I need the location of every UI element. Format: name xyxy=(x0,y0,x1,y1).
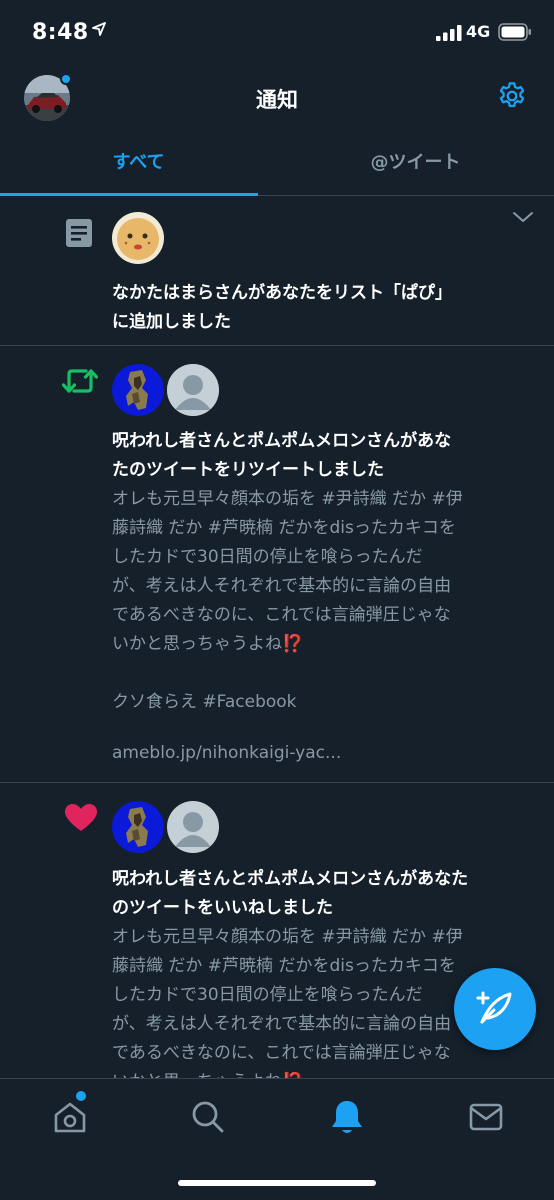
notification-text: 呪われし者さんとポムポムメロンさんがあなた のツイートをいいねしました xyxy=(112,869,469,918)
gear-icon[interactable] xyxy=(496,80,528,112)
status-time: 8:48 xyxy=(32,20,89,45)
home-unread-dot xyxy=(76,1091,86,1101)
avatar[interactable] xyxy=(112,801,164,853)
avatar[interactable] xyxy=(112,212,164,264)
tab-all[interactable]: すべて xyxy=(0,130,277,196)
compose-tweet-button[interactable] xyxy=(454,968,536,1050)
search-icon[interactable] xyxy=(188,1097,228,1137)
notification-tabs: すべて @ツイート xyxy=(0,130,554,196)
mail-icon[interactable] xyxy=(466,1097,506,1137)
status-bar: 8:48 4G xyxy=(0,0,554,66)
notifications-screen: 8:48 4G 通知 すべて @ツイート なかたはまらさんがあなたをリスト「ぱぴ… xyxy=(0,0,554,1200)
location-arrow-icon xyxy=(92,22,106,36)
tab-mentions[interactable]: @ツイート xyxy=(277,130,554,196)
retweet-icon xyxy=(62,369,98,393)
heart-icon xyxy=(65,804,97,831)
page-title: 通知 xyxy=(256,88,298,112)
network-type: 4G xyxy=(466,22,491,41)
avatar[interactable] xyxy=(112,364,164,416)
home-icon[interactable] xyxy=(50,1097,90,1137)
tweet-link[interactable]: ameblo.jp/nihonkaigi-yac... xyxy=(112,743,341,763)
avatar-default[interactable] xyxy=(167,364,219,416)
header: 通知 xyxy=(0,66,554,130)
compose-feather-icon xyxy=(476,991,512,1024)
notification-text: なかたはまらさんがあなたをリスト「ぱぴ」 に追加しました xyxy=(112,283,452,332)
bell-icon[interactable] xyxy=(327,1097,367,1137)
notification-text: 呪われし者さんとポムポムメロンさんがあな たのツイートをリツイートしました xyxy=(112,431,452,480)
tweet-text: オレも元旦早々顔本の垢を #尹詩織 だか #伊 藤詩織 だか #芦暁楠 だかをd… xyxy=(112,489,463,712)
avatar-default[interactable] xyxy=(167,801,219,853)
home-indicator[interactable] xyxy=(178,1180,376,1186)
signal-icon xyxy=(436,25,462,41)
battery-icon xyxy=(498,23,531,41)
notification-retweet[interactable]: 呪われし者さんとポムポムメロンさんがあな たのツイートをリツイートしました オレ… xyxy=(0,346,554,783)
notification-list-add[interactable]: なかたはまらさんがあなたをリスト「ぱぴ」 に追加しました xyxy=(0,196,554,346)
list-icon xyxy=(66,219,92,247)
chevron-down-icon[interactable] xyxy=(512,210,534,224)
